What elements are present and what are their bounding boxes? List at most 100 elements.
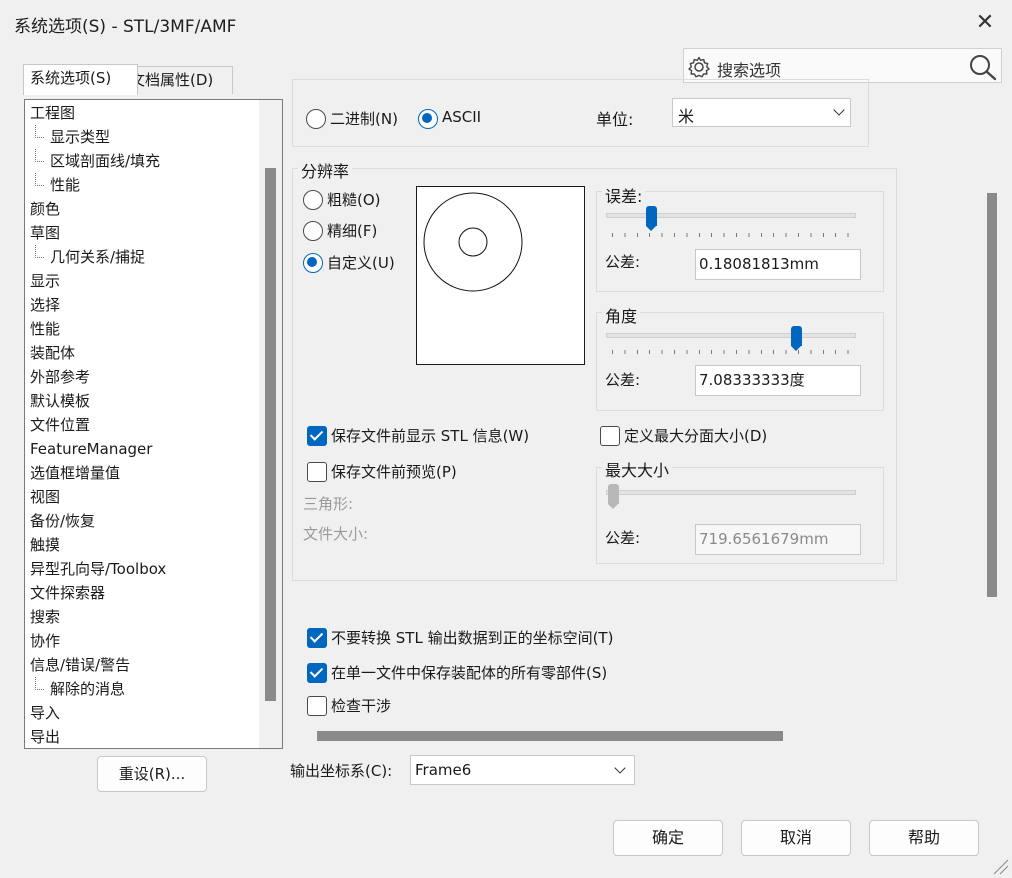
tree-scrollbar[interactable] <box>259 100 282 748</box>
deviation-legend: 误差: <box>602 183 646 207</box>
panel-vertical-scrollbar[interactable] <box>981 99 1001 724</box>
tree-item[interactable]: 显示类型 <box>35 125 110 149</box>
tree-item-label: 触摸 <box>30 536 61 554</box>
tree-item[interactable]: 显示 <box>30 269 60 293</box>
tree-item[interactable]: 装配体 <box>30 341 75 365</box>
tree-item-label: 性能 <box>30 320 61 338</box>
tree-item[interactable]: 解除的消息 <box>35 677 125 701</box>
deviation-slider-track[interactable] <box>606 213 856 218</box>
tree-item-label: 外部参考 <box>30 368 91 386</box>
resolution-legend: 分辨率 <box>298 158 353 182</box>
tree-item[interactable]: 草图 <box>30 221 60 245</box>
save-all-parts-label[interactable]: 在单一文件中保存装配体的所有零部件(S) <box>331 662 607 683</box>
chevron-down-icon <box>614 762 626 774</box>
search-icon[interactable] <box>968 53 998 81</box>
resolution-fine-label[interactable]: 精细(F) <box>327 220 377 241</box>
tab-system-options[interactable]: 系统选项(S) <box>23 64 138 95</box>
show-stl-info-label[interactable]: 保存文件前显示 STL 信息(W) <box>331 425 529 446</box>
define-max-facet-checkbox[interactable] <box>600 426 620 446</box>
resolution-coarse-label[interactable]: 粗糙(O) <box>327 189 381 210</box>
angle-slider-ticks <box>612 350 852 354</box>
filesize-label: 文件大小: <box>303 525 369 543</box>
tree-item-label: 文件位置 <box>30 416 91 434</box>
define-max-facet-label[interactable]: 定义最大分面大小(D) <box>624 425 767 446</box>
tree-item[interactable]: 信息/错误/警告 <box>30 653 130 677</box>
tree-item-label: 搜索 <box>30 608 61 626</box>
deviation-slider-handle[interactable] <box>646 206 657 231</box>
cancel-button[interactable]: 取消 <box>741 820 851 856</box>
tree-item[interactable]: 搜索 <box>30 605 60 629</box>
no-translate-checkbox[interactable] <box>307 628 327 648</box>
resolution-custom-label[interactable]: 自定义(U) <box>327 252 395 273</box>
panel-horizontal-scrollbar[interactable] <box>292 724 981 748</box>
tree-item[interactable]: 导出 <box>30 725 60 748</box>
panel-horizontal-scrollbar-thumb[interactable] <box>317 731 783 741</box>
tree-guide-line <box>35 173 44 186</box>
tree-item[interactable]: 视图 <box>30 485 60 509</box>
tree-item[interactable]: 选择 <box>30 293 60 317</box>
tree-item-label: 区域剖面线/填充 <box>50 152 161 170</box>
check-interference-label[interactable]: 检查干涉 <box>331 695 391 716</box>
deviation-tolerance-input[interactable]: 0.18081813mm <box>695 249 861 280</box>
tree-item[interactable]: 文件探索器 <box>30 581 105 605</box>
gear-icon[interactable] <box>687 55 713 79</box>
tree-item[interactable]: 颜色 <box>30 197 60 221</box>
tree-item[interactable]: 选值框增量值 <box>30 461 120 485</box>
show-stl-info-checkbox[interactable] <box>307 426 327 446</box>
ascii-radio[interactable] <box>418 109 438 129</box>
tree-scrollbar-thumb[interactable] <box>265 168 276 701</box>
tree-item[interactable]: FeatureManager <box>30 437 152 461</box>
tree-item-label: 显示 <box>30 272 61 290</box>
search-box[interactable]: 搜索选项 <box>683 48 1002 83</box>
angle-slider-handle[interactable] <box>791 326 802 351</box>
resolution-coarse-radio[interactable] <box>303 190 323 210</box>
tree-item[interactable]: 外部参考 <box>30 365 90 389</box>
reset-button[interactable]: 重设(R)... <box>97 756 207 792</box>
unit-value: 米 <box>678 107 695 126</box>
resolution-fine-radio[interactable] <box>303 221 323 241</box>
tree-item-label: 装配体 <box>30 344 76 362</box>
no-translate-label[interactable]: 不要转换 STL 输出数据到正的坐标空间(T) <box>331 627 613 648</box>
panel-vertical-scrollbar-thumb[interactable] <box>987 193 997 597</box>
tree-item[interactable]: 区域剖面线/填充 <box>35 149 160 173</box>
tab-document-properties[interactable]: 文档属性(D) <box>123 66 233 94</box>
angle-slider-track[interactable] <box>606 333 856 338</box>
resize-grip-icon[interactable] <box>990 856 1010 876</box>
tree-item[interactable]: 性能 <box>30 317 60 341</box>
tree-item[interactable]: 工程图 <box>30 101 75 125</box>
resolution-custom-radio[interactable] <box>303 253 323 273</box>
ok-button[interactable]: 确定 <box>613 820 723 856</box>
tree-item[interactable]: 文件位置 <box>30 413 90 437</box>
tree-item-label: 草图 <box>30 224 61 242</box>
tree-item-label: 备份/恢复 <box>30 512 96 530</box>
tree-item[interactable]: 几何关系/捕捉 <box>35 245 145 269</box>
ascii-label[interactable]: ASCII <box>442 108 481 126</box>
tree-item[interactable]: 备份/恢复 <box>30 509 95 533</box>
check-interference-checkbox[interactable] <box>307 696 327 716</box>
binary-label[interactable]: 二进制(N) <box>330 108 398 129</box>
preview-before-save-label[interactable]: 保存文件前预览(P) <box>331 461 457 482</box>
tree-item[interactable]: 导入 <box>30 701 60 725</box>
tree-item[interactable]: 性能 <box>35 173 80 197</box>
tree-item[interactable]: 触摸 <box>30 533 60 557</box>
max-size-tolerance-input: 719.6561679mm <box>695 524 861 555</box>
stl-options-panel: 二进制(N) ASCII 单位: 米 分辨率 粗糙(O) 精细(F) 自定义(U… <box>292 79 990 723</box>
search-input[interactable]: 搜索选项 <box>717 57 781 81</box>
binary-radio[interactable] <box>306 109 326 129</box>
output-cs-label: 输出坐标系(C): <box>290 762 393 780</box>
tree-item[interactable]: 默认模板 <box>30 389 90 413</box>
angle-tolerance-input[interactable]: 7.08333333度 <box>695 365 861 396</box>
max-size-legend: 最大大小 <box>602 457 673 481</box>
close-icon[interactable]: ✕ <box>968 8 1002 38</box>
tree-item[interactable]: 协作 <box>30 629 60 653</box>
save-all-parts-checkbox[interactable] <box>307 663 327 683</box>
preview-before-save-checkbox[interactable] <box>307 462 327 482</box>
tree-item-label: 选择 <box>30 296 61 314</box>
tree-item-label: 文件探索器 <box>30 584 106 602</box>
help-button[interactable]: 帮助 <box>869 820 979 856</box>
output-cs-dropdown[interactable]: Frame6 <box>410 755 635 785</box>
unit-dropdown[interactable]: 米 <box>672 98 851 127</box>
max-size-tolerance-label: 公差: <box>605 529 641 547</box>
tree-item[interactable]: 异型孔向导/Toolbox <box>30 557 166 581</box>
resolution-preview <box>416 186 585 365</box>
